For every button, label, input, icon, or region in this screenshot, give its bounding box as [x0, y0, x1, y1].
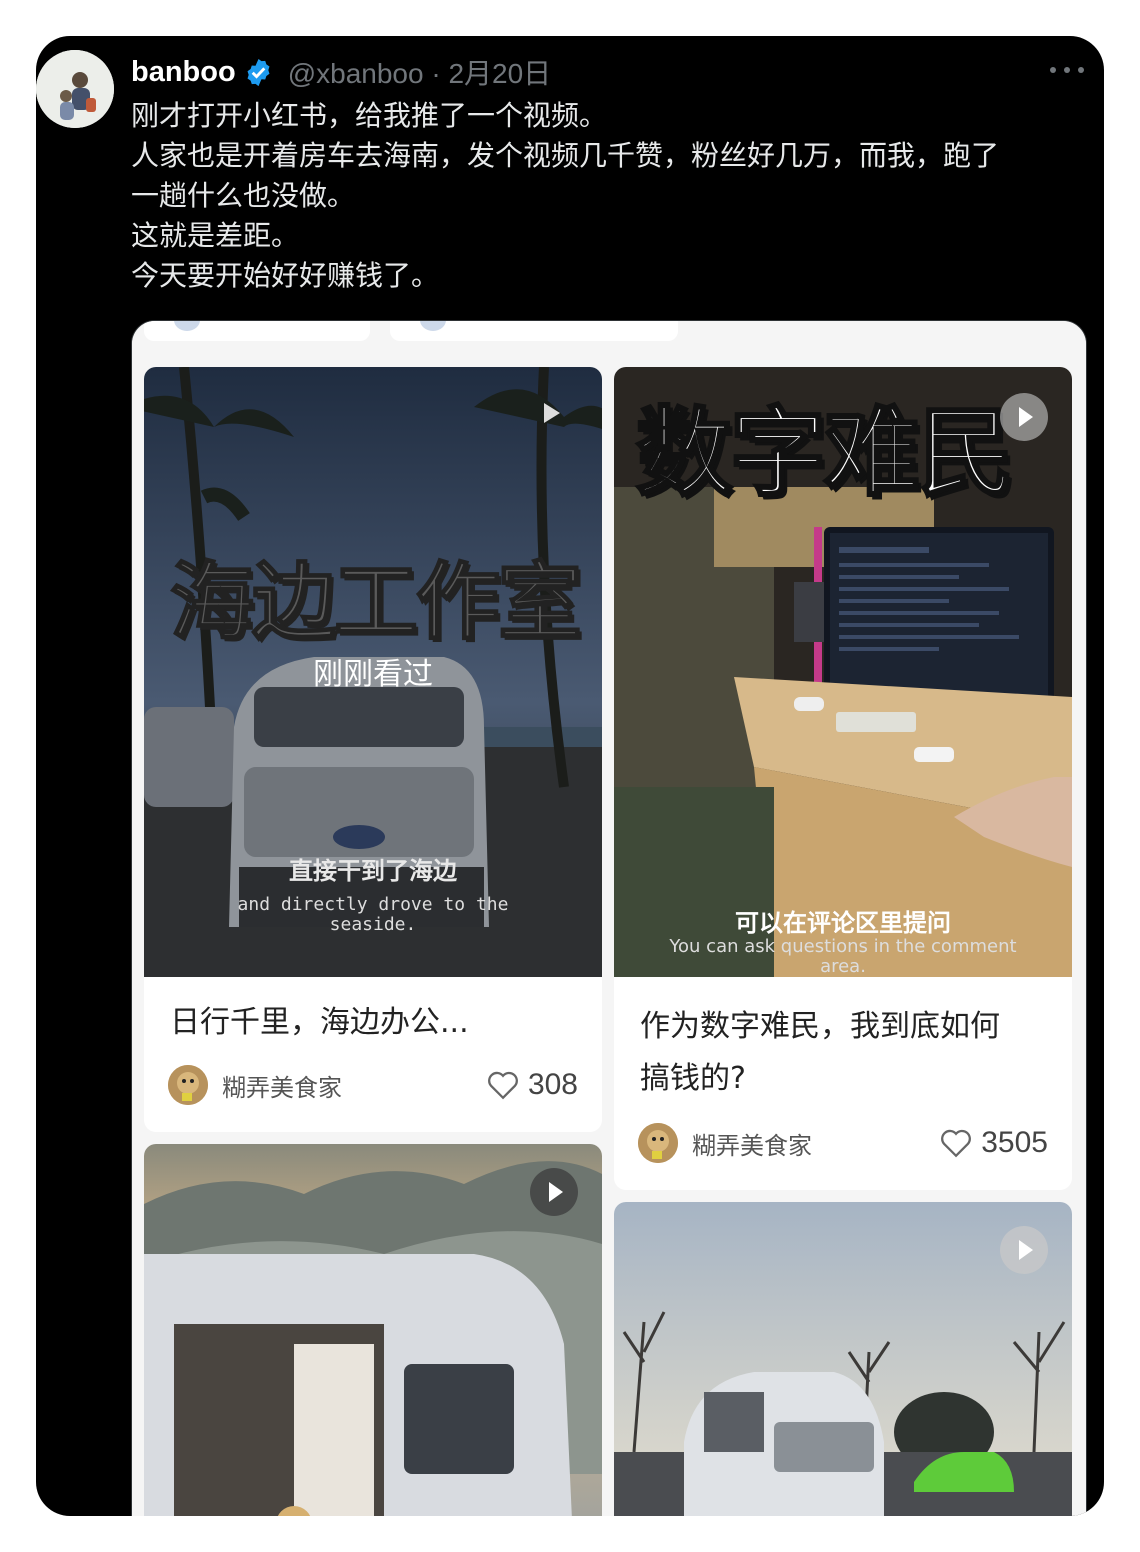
video-cover-1[interactable]: 海边工作室 刚刚看过 直接干到了海边 and directly drove to…: [144, 367, 602, 977]
note-title-2-line-1[interactable]: 作为数字难民，我到底如何: [640, 1001, 1000, 1053]
tweet-line: 今天要开始好好赚钱了。: [131, 259, 440, 292]
note-title-2-line-2[interactable]: 搞钱的?: [640, 1053, 746, 1105]
video-cover-4[interactable]: [614, 1202, 1072, 1516]
video-cover-2[interactable]: 数字难民 可以在评论区里提问 You can ask questions in …: [614, 367, 1072, 977]
play-icon[interactable]: [530, 1168, 578, 1216]
cover-subtitle-en-2b: area.: [820, 956, 866, 977]
author-avatar[interactable]: [168, 1065, 208, 1105]
cover-subtitle-en-1a: and directly drove to the: [237, 894, 509, 915]
note-card-3[interactable]: [144, 1144, 602, 1516]
user-avatar[interactable]: [36, 50, 114, 128]
cover-subtitle-zh-1: 直接干到了海边: [289, 857, 457, 885]
attached-screenshot[interactable]: 海边工作室 刚刚看过 直接干到了海边 and directly drove to…: [131, 320, 1087, 1516]
like-button[interactable]: 308: [486, 1068, 578, 1102]
video-cover-3[interactable]: [144, 1144, 602, 1516]
note-card-4[interactable]: [614, 1202, 1072, 1516]
display-name[interactable]: banboo: [131, 56, 236, 89]
top-strip: [132, 321, 1086, 349]
cover-title-2: 数字难民: [635, 396, 1016, 511]
author-name[interactable]: 糊弄美食家: [222, 1068, 342, 1103]
note-title-1[interactable]: 日行千里，海边办公...: [170, 997, 469, 1049]
heart-icon: [488, 1071, 518, 1100]
play-icon[interactable]: [1000, 393, 1048, 441]
like-button[interactable]: 3505: [939, 1126, 1048, 1160]
verified-badge-icon: [247, 58, 270, 86]
play-icon[interactable]: [544, 403, 564, 427]
tweet-card[interactable]: banboo @xbanboo · 2月20日 刚才打开小红书，给我推了一个视频…: [36, 36, 1104, 1516]
heart-icon: [941, 1129, 972, 1158]
like-count: 3505: [981, 1126, 1048, 1159]
author-avatar[interactable]: [638, 1123, 678, 1163]
like-count: 308: [527, 1068, 578, 1101]
tweet-line: 刚才打开小红书，给我推了一个视频。: [131, 99, 608, 132]
note-card-1[interactable]: 海边工作室 刚刚看过 直接干到了海边 and directly drove to…: [144, 367, 602, 1132]
tweet-text: 刚才打开小红书，给我推了一个视频。 人家也是开着房车去海南，发个视频几千赞，粉丝…: [131, 96, 1081, 296]
user-handle-date[interactable]: @xbanboo · 2月20日: [288, 52, 551, 92]
play-icon[interactable]: [1000, 1226, 1048, 1274]
note-card-2[interactable]: 数字难民 可以在评论区里提问 You can ask questions in …: [614, 367, 1072, 1190]
cover-title-1: 海边工作室: [169, 552, 583, 652]
tweet-line: 这就是差距。: [131, 219, 300, 252]
author-name[interactable]: 糊弄美食家: [692, 1126, 812, 1161]
cover-tag-1: 刚刚看过: [313, 657, 433, 692]
tweet-line: 人家也是开着房车去海南，发个视频几千赞，粉丝好几万，而我，跑了: [131, 139, 1000, 172]
cover-subtitle-zh-2: 可以在评论区里提问: [735, 909, 951, 937]
more-options-icon[interactable]: [1050, 58, 1084, 82]
cover-subtitle-en-1b: seaside.: [329, 914, 417, 935]
cover-subtitle-en-2a: You can ask questions in the comment: [669, 936, 1017, 957]
tweet-line: 一趟什么也没做。: [131, 179, 356, 212]
